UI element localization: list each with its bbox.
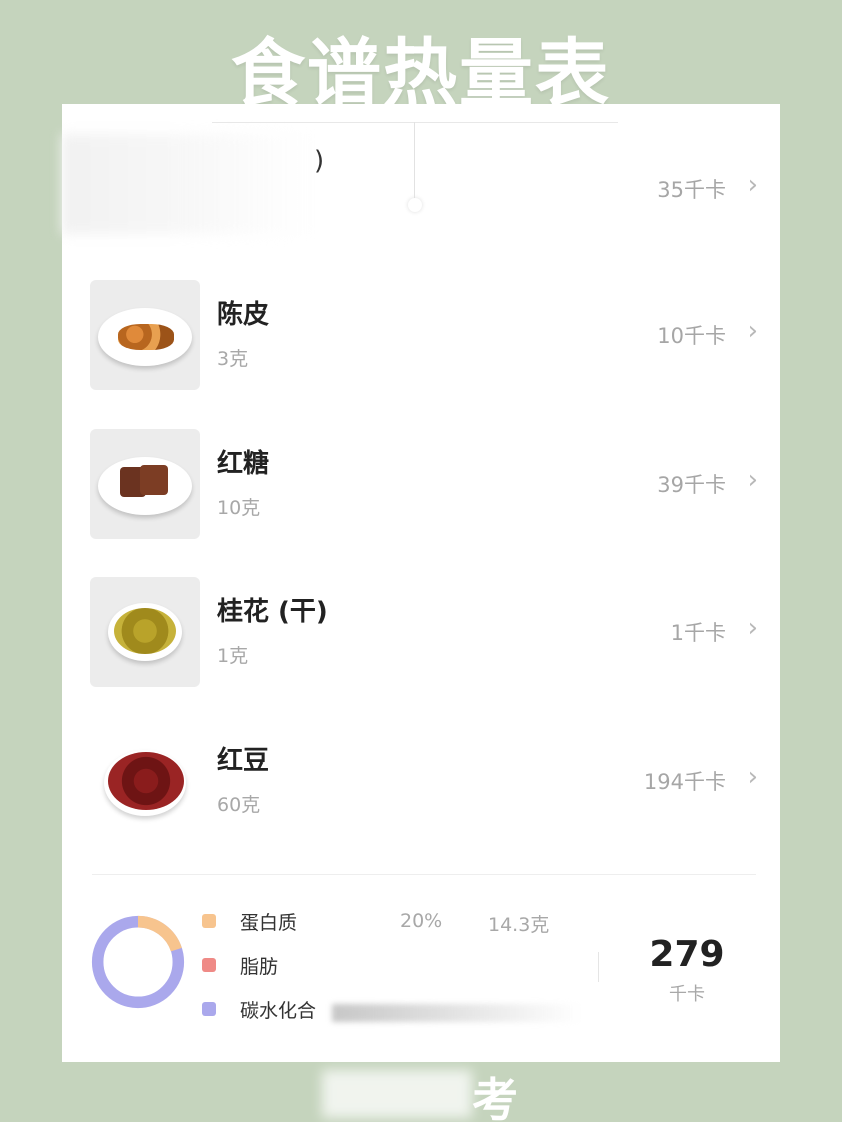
legend-label: 碳水化合 xyxy=(240,1000,317,1022)
summary-separator xyxy=(598,952,599,982)
total-calories: 279 xyxy=(649,934,725,975)
macro-donut-chart xyxy=(91,915,185,1009)
dried-tangerine-peel-icon xyxy=(90,280,200,390)
legend-label: 脂肪 xyxy=(240,956,279,978)
fat-swatch xyxy=(202,958,216,972)
ingredient-weight: 60克 xyxy=(217,794,261,816)
ingredient-row[interactable]: 陈皮 3克 10千卡 › xyxy=(62,280,780,400)
nutrition-summary[interactable]: 蛋白质 20% 14.3克 脂肪 碳水化合 279 千卡 xyxy=(62,894,780,1034)
ingredient-kcal: 39千卡 xyxy=(657,473,726,497)
footer-text: 考 xyxy=(472,1073,518,1122)
ingredient-name: 红豆 xyxy=(217,746,270,776)
chevron-right-icon[interactable]: › xyxy=(748,613,758,643)
ingredient-kcal: 1千卡 xyxy=(670,621,726,645)
ingredient-weight: 10克 xyxy=(217,497,261,519)
ingredient-weight: 1克 xyxy=(217,645,249,667)
blurred-name-fragment: ) xyxy=(314,146,325,176)
protein-percent: 20% xyxy=(400,910,443,932)
legend-label: 蛋白质 xyxy=(240,912,298,934)
chevron-right-icon[interactable]: › xyxy=(748,465,758,495)
chevron-right-icon[interactable]: › xyxy=(748,316,758,346)
ingredient-row[interactable]: 红豆 60克 194千卡 › xyxy=(62,726,780,846)
ingredient-row[interactable]: 桂花 (干) 1克 1千卡 › xyxy=(62,577,780,697)
obscured-text-smear xyxy=(332,1004,582,1022)
ingredient-weight: 3克 xyxy=(217,348,249,370)
osmanthus-flowers xyxy=(114,608,176,654)
footer-watermark: 考 xyxy=(0,1062,842,1122)
footer-blurred-text xyxy=(322,1070,472,1118)
sugar-block xyxy=(140,465,168,495)
ingredient-row[interactable]: 红糖 10克 39千卡 › xyxy=(62,429,780,549)
total-calories-unit: 千卡 xyxy=(669,984,705,1005)
carb-swatch xyxy=(202,1002,216,1016)
peel-pieces xyxy=(118,324,174,350)
ingredient-name: 陈皮 xyxy=(217,300,270,330)
ingredient-kcal: 194千卡 xyxy=(643,770,726,794)
chevron-right-icon[interactable]: › xyxy=(748,170,758,200)
ingredient-card: ) 35千卡 › 陈皮 3克 10千卡 › 红糖 10克 39千卡 › 桂花 (… xyxy=(62,104,780,1062)
protein-grams: 14.3克 xyxy=(488,914,550,936)
top-row-obscured[interactable]: ) 35千卡 › xyxy=(62,104,780,244)
top-vertical-divider xyxy=(414,122,415,210)
dried-osmanthus-icon xyxy=(90,577,200,687)
summary-divider xyxy=(92,874,756,875)
red-beans xyxy=(108,752,184,810)
brown-sugar-icon xyxy=(90,429,200,539)
ingredient-kcal: 10千卡 xyxy=(657,324,726,348)
protein-swatch xyxy=(202,914,216,928)
top-row-kcal: 35千卡 xyxy=(657,178,726,202)
ingredient-name: 红糖 xyxy=(217,449,270,479)
top-divider xyxy=(212,122,618,123)
ingredient-name: 桂花 (干) xyxy=(217,597,328,627)
blurred-thumbnail xyxy=(62,134,312,234)
scroll-dot xyxy=(408,198,422,212)
red-bean-icon xyxy=(90,726,200,836)
chevron-right-icon[interactable]: › xyxy=(748,762,758,792)
